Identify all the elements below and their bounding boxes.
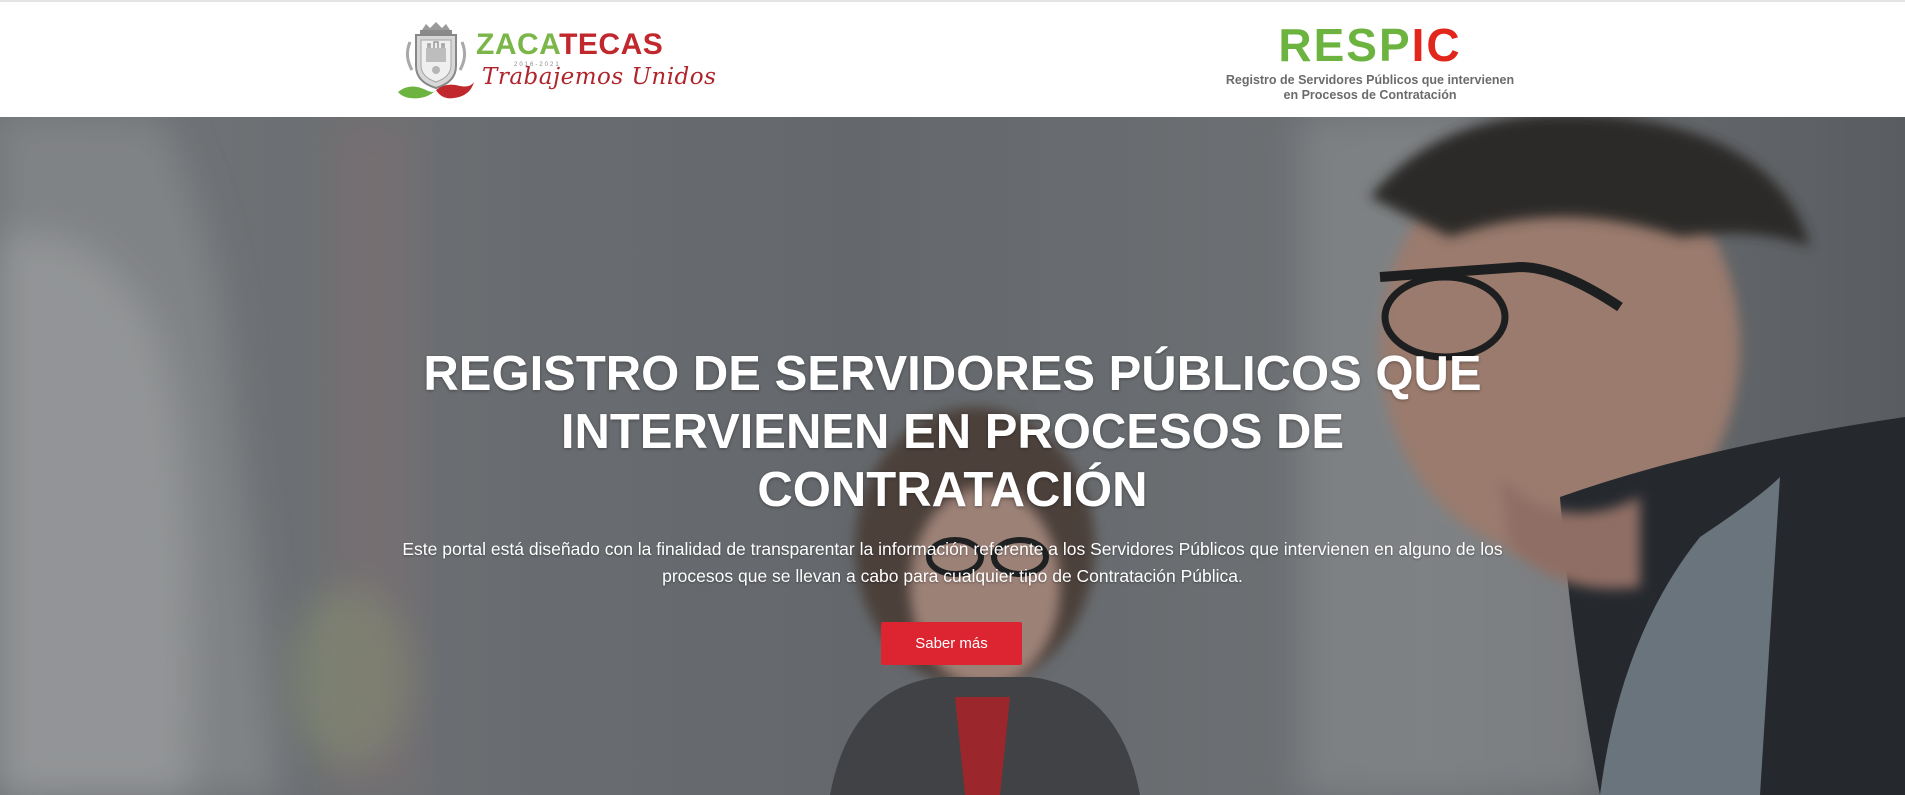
respic-word-green: RESP (1278, 19, 1412, 71)
respic-word-red: IC (1411, 19, 1462, 71)
respic-subtitle-line2: en Procesos de Contratación (1283, 88, 1457, 102)
site-header: ZACATECAS 2016-2021 Trabajemos Unidos RE… (0, 2, 1905, 117)
hero-banner: REGISTRO DE SERVIDORES PÚBLICOS QUE INTE… (0, 117, 1905, 795)
zacatecas-wordmark: ZACATECAS (476, 28, 663, 62)
coat-of-arms-icon (398, 22, 474, 99)
respic-wordmark: RESPIC (1220, 22, 1520, 68)
respic-subtitle-line1: Registro de Servidores Públicos que inte… (1225, 73, 1515, 87)
hero-title: REGISTRO DE SERVIDORES PÚBLICOS QUE INTE… (423, 347, 1482, 517)
hero-description: Este portal está diseñado con la finalid… (402, 539, 1503, 586)
respic-subtitle: Registro de Servidores Públicos que inte… (1220, 73, 1520, 103)
zacatecas-word-red: TECAS (559, 28, 664, 61)
zacatecas-word-green: ZACA (476, 28, 560, 61)
respic-logo[interactable]: RESPIC Registro de Servidores Públicos q… (1220, 22, 1520, 102)
zacatecas-slogan: Trabajemos Unidos (482, 64, 717, 90)
zacatecas-logo[interactable]: ZACATECAS 2016-2021 Trabajemos Unidos (396, 20, 716, 102)
saber-mas-button[interactable]: Saber más (881, 622, 1022, 665)
